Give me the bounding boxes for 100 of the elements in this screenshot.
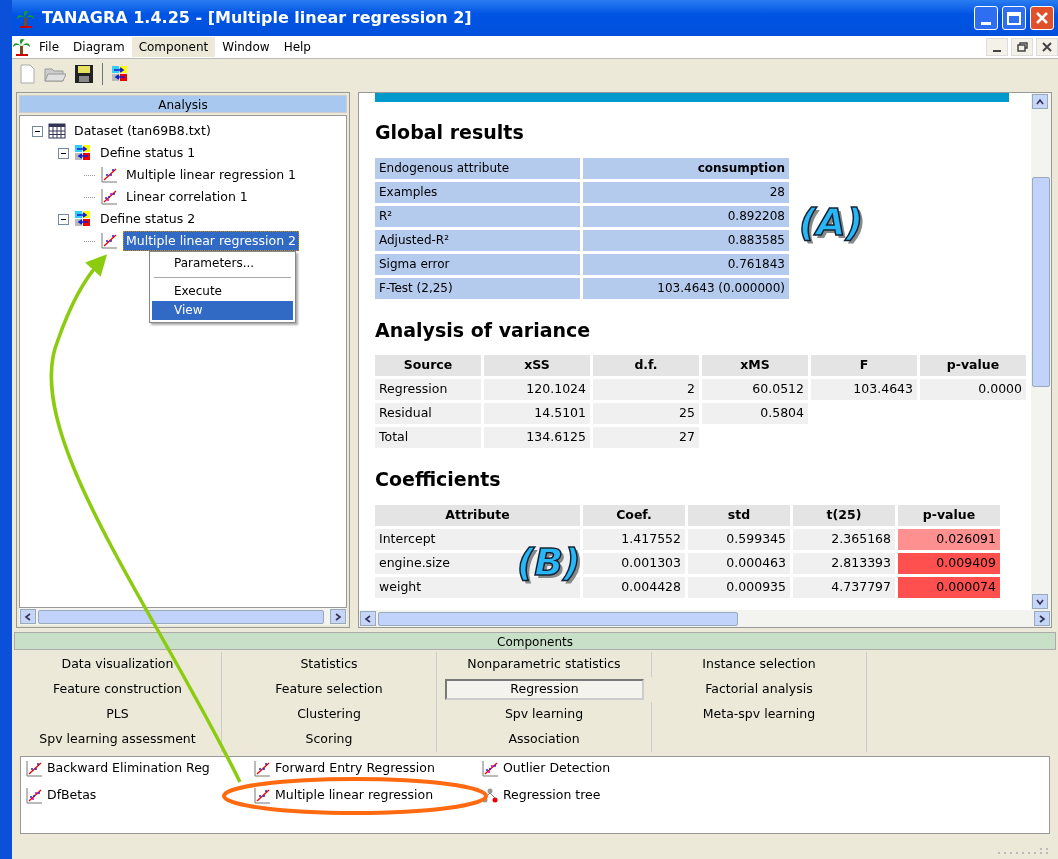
component-tab[interactable]: Regression [445, 679, 644, 700]
maximize-button[interactable] [1002, 6, 1026, 30]
table-cell: 27 [593, 427, 699, 448]
define-status-icon[interactable] [111, 64, 129, 83]
column-header: p-value [920, 355, 1026, 376]
table-cell: 0.026091 [898, 528, 1000, 550]
table-cell: 0.000463 [688, 552, 790, 574]
save-icon[interactable] [74, 63, 94, 84]
column-header: d.f. [593, 355, 699, 376]
section-heading: Global results [375, 120, 525, 145]
table-cell: 60.0512 [702, 379, 808, 400]
scroll-thumb[interactable] [378, 611, 738, 626]
table-cell: 25 [593, 403, 699, 424]
component-tab[interactable]: Spv learning [437, 702, 652, 727]
component-tab[interactable]: Data visualization [14, 652, 222, 677]
table-cell: 1.417552 [583, 528, 685, 550]
minimize-button[interactable] [986, 38, 1008, 56]
component-tab[interactable]: Spv learning assessment [14, 727, 222, 752]
column-header: std [688, 504, 790, 526]
component-tab[interactable]: Feature construction [14, 677, 222, 702]
menu-item[interactable]: Window [215, 37, 277, 57]
menu-item[interactable]: Parameters... [152, 254, 293, 273]
tool-item[interactable]: Multiple linear regression [275, 786, 434, 805]
table-cell: Endogenous attribute [375, 157, 580, 179]
table-cell: 0.009409 [898, 552, 1000, 574]
collapse-icon[interactable] [58, 147, 69, 159]
tree-item[interactable]: Define status 1 [97, 142, 199, 164]
tool-item[interactable]: Forward Entry Regression [275, 759, 435, 778]
panel-header: Components [14, 632, 1056, 650]
restore-button[interactable] [1011, 38, 1033, 56]
tool-item[interactable]: Backward Elimination Reg [47, 759, 210, 778]
table-cell: 28 [583, 181, 789, 203]
collapse-icon[interactable] [58, 213, 69, 225]
scroll-up-button[interactable] [1032, 94, 1048, 109]
component-tab[interactable]: Association [437, 727, 652, 752]
table-cell: 134.6125 [484, 427, 590, 448]
menu-item[interactable]: Help [276, 37, 318, 57]
table-cell: F-Test (2,25) [375, 277, 580, 299]
window-title: TANAGRA 1.4.25 - [Multiple linear regression 2] [42, 7, 472, 29]
table-cell: 0.599345 [688, 528, 790, 550]
table-cell: 0.000074 [898, 576, 1000, 598]
component-tab[interactable]: PLS [14, 702, 222, 727]
regression-chart-icon [25, 760, 43, 778]
scroll-left-button[interactable] [360, 611, 376, 626]
tree-item[interactable]: Define status 2 [97, 208, 199, 230]
scroll-right-button[interactable] [1034, 611, 1050, 626]
annotation-label: (A) [799, 203, 864, 241]
regression-chart-icon [253, 787, 271, 805]
section-heading: Coefficients [375, 467, 502, 492]
menu-item[interactable]: View [152, 301, 293, 320]
scroll-thumb[interactable] [38, 609, 324, 624]
table-cell: 120.1024 [484, 379, 590, 400]
minimize-icon [993, 50, 1001, 52]
menu-item[interactable]: Execute [152, 282, 293, 301]
scroll-thumb[interactable] [1032, 177, 1050, 387]
tree-item[interactable]: Multiple linear regression 1 [123, 164, 299, 186]
tool-item[interactable]: Outlier Detection [503, 759, 611, 778]
component-tab[interactable]: Scoring [222, 727, 437, 752]
table-cell: 103.4643 (0.000000) [583, 277, 789, 299]
tool-item[interactable]: DfBetas [47, 786, 97, 805]
scroll-left-button[interactable] [20, 609, 36, 624]
table-cell: 14.5101 [484, 403, 590, 424]
menu-item[interactable]: Diagram [66, 37, 132, 57]
scroll-down-button[interactable] [1032, 594, 1048, 609]
table-cell: Adjusted-R² [375, 229, 580, 251]
maximize-icon [1007, 11, 1021, 25]
table-cell: 0.004428 [583, 576, 685, 598]
restore-icon [1016, 42, 1028, 52]
component-tab[interactable]: Factorial analysis [652, 677, 867, 702]
component-tab[interactable]: Clustering [222, 702, 437, 727]
tool-item[interactable]: Regression tree [503, 786, 601, 805]
component-tab[interactable]: Instance selection [652, 652, 867, 677]
define-status-icon [74, 210, 92, 228]
close-icon [1036, 12, 1048, 24]
table-cell: 0.0000 [920, 379, 1026, 400]
table-cell: 0.761843 [583, 253, 789, 275]
table-cell: 0.001303 [583, 552, 685, 574]
column-header: p-value [898, 504, 1000, 526]
scroll-right-button[interactable] [330, 609, 346, 624]
table-cell: R² [375, 205, 580, 227]
table-cell: 2.365168 [793, 528, 895, 550]
tree-item[interactable]: Dataset (tan69B8.txt) [71, 120, 214, 142]
table-cell: Total [375, 427, 481, 448]
section-heading: Analysis of variance [375, 317, 592, 343]
column-header: Coef. [583, 504, 685, 526]
regression-chart-icon [100, 232, 118, 250]
component-tab[interactable]: Statistics [222, 652, 437, 677]
menu-item[interactable]: Component [131, 37, 216, 57]
collapse-icon[interactable] [32, 125, 43, 137]
menu-item[interactable]: File [32, 37, 67, 57]
component-tab[interactable]: Meta-spv learning [652, 702, 867, 727]
component-tab[interactable]: Nonparametric statistics [437, 652, 652, 677]
column-header: Attribute [375, 504, 580, 526]
close-button[interactable] [1036, 38, 1058, 56]
tree-item[interactable]: Linear correlation 1 [123, 186, 251, 208]
tree-item[interactable]: Multiple linear regression 2 [123, 230, 299, 252]
table-cell: 103.4643 [811, 379, 917, 400]
table-cell: consumption [583, 157, 789, 179]
component-tab[interactable]: Feature selection [222, 677, 437, 702]
close-icon [1042, 42, 1052, 52]
